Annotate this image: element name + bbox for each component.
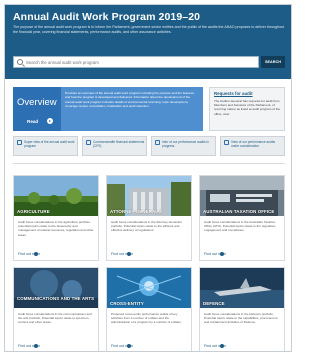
portfolio-card-taxation-office[interactable]: AUSTRALIAN TAXATION OFFICE Audit focus c… (199, 175, 285, 261)
tab-audits-under-consideration[interactable]: View of our performance audits under con… (220, 136, 285, 156)
document-icon (86, 140, 91, 145)
card-title: AGRICULTURE (17, 209, 50, 214)
card-title: ATTORNEY-GENERAL'S (110, 209, 163, 214)
portfolio-card-defence[interactable]: DEFENCE Audit focus considerations in th… (199, 267, 285, 351)
arrow-right-icon[interactable] (34, 344, 38, 348)
tab-label: Super view of the annual audit work prog… (24, 140, 75, 149)
divider (13, 163, 285, 164)
arrow-right-icon[interactable] (127, 252, 131, 256)
search-input[interactable] (26, 57, 256, 67)
requests-link[interactable]: Requests for audit (214, 91, 253, 96)
card-description: Proposed cross-entity performance audits… (111, 312, 182, 325)
overview-text: Provides an overview of the annual audit… (65, 91, 195, 108)
page-frame: Annual Audit Work Program 2019–20 The pu… (4, 4, 292, 352)
view-tabs: Super view of the annual audit work prog… (13, 136, 285, 156)
portfolio-card-cross-entity[interactable]: CROSS-ENTITY Proposed cross-entity perfo… (106, 267, 192, 351)
page-title: Annual Audit Work Program 2019–20 (13, 11, 201, 23)
card-description: Audit focus considerations in the Attorn… (111, 220, 182, 233)
tab-audits-in-progress[interactable]: Inter of our performance audits in progr… (151, 136, 216, 156)
overview-title: Overview (17, 97, 57, 108)
requests-text: The Auditor-General has requests for aud… (214, 99, 281, 116)
search-icon (17, 59, 23, 65)
arrow-right-icon[interactable] (127, 344, 131, 348)
tab-annual-program[interactable]: Super view of the annual audit work prog… (13, 136, 78, 156)
card-description: Audit focus considerations in the Defenc… (204, 312, 278, 325)
card-title: CROSS-ENTITY (110, 301, 144, 306)
card-description: Audit focus considerations in the commun… (18, 312, 92, 325)
document-icon (224, 140, 229, 145)
arrow-right-icon[interactable] (34, 252, 38, 256)
portfolio-card-agriculture[interactable]: AGRICULTURE Audit focus considerations i… (13, 175, 99, 261)
arrow-right-icon[interactable] (220, 344, 224, 348)
tab-financial-statements[interactable]: Commonwealth financial statements (CFS) (82, 136, 147, 156)
search-box[interactable] (13, 56, 259, 68)
hero-description: The purpose of the annual audit work pro… (13, 25, 285, 34)
tab-label: Inter of our performance audits in progr… (162, 140, 209, 149)
card-description: Audit focus considerations in the Austra… (204, 220, 277, 233)
arrow-right-icon[interactable] (220, 252, 224, 256)
overview-header: Overview Read (13, 87, 61, 131)
search-button[interactable]: SEARCH (261, 56, 285, 68)
arrow-right-icon[interactable] (47, 118, 53, 124)
hero-banner: Annual Audit Work Program 2019–20 The pu… (5, 5, 291, 79)
portfolio-card-attorney-generals[interactable]: ATTORNEY-GENERAL'S Audit focus considera… (106, 175, 192, 261)
overview-read-link[interactable]: Read (27, 119, 38, 124)
document-icon (155, 140, 160, 145)
document-icon (17, 140, 22, 145)
card-title: COMMUNICATIONS AND THE ARTS (17, 296, 95, 301)
requests-panel: Requests for audit The Auditor-General h… (209, 87, 285, 131)
card-title: DEFENCE (203, 301, 225, 306)
card-image (14, 268, 98, 308)
tab-label: Commonwealth financial statements (CFS) (93, 140, 145, 149)
portfolio-card-communications-arts[interactable]: COMMUNICATIONS AND THE ARTS Audit focus … (13, 267, 99, 351)
card-description: Audit focus considerations in the agricu… (18, 220, 94, 237)
card-title: AUSTRALIAN TAXATION OFFICE (203, 209, 275, 214)
overview-panel[interactable]: Overview Read Provides an overview of th… (13, 87, 203, 131)
tab-label: View of our performance audits under con… (231, 140, 276, 149)
